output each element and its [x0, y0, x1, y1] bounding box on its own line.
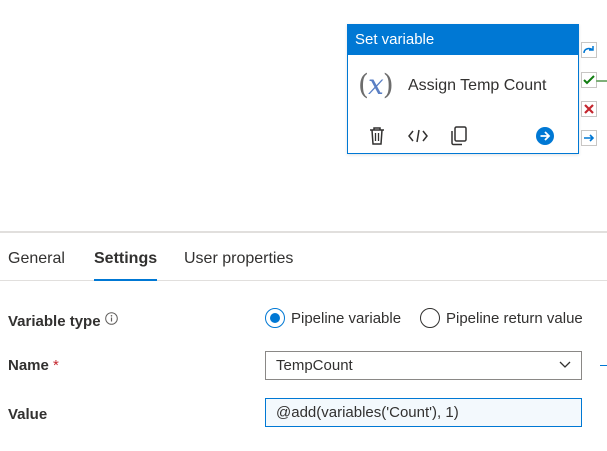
code-icon[interactable] — [407, 125, 429, 147]
go-arrow-icon[interactable] — [534, 125, 556, 147]
dynamic-content-link-edge[interactable] — [600, 365, 607, 366]
variable-fx-icon: (x) — [358, 68, 394, 101]
name-dropdown[interactable]: TempCount — [265, 351, 582, 380]
failure-x-icon[interactable] — [581, 101, 597, 117]
delete-icon[interactable] — [366, 125, 388, 147]
tab-settings[interactable]: Settings — [94, 250, 158, 281]
required-asterisk: * — [53, 357, 59, 374]
name-selected-value: TempCount — [276, 357, 353, 374]
panel-splitter[interactable] — [0, 231, 607, 233]
success-connector-line — [596, 80, 607, 82]
activity-type-header: Set variable — [348, 25, 578, 55]
variable-type-label: Variable type — [8, 312, 118, 330]
tab-user-properties[interactable]: User properties — [184, 250, 293, 281]
set-variable-activity-card[interactable]: Set variable (x) Assign Temp Count — [347, 24, 579, 154]
pipeline-canvas[interactable]: Set variable (x) Assign Temp Count — [0, 0, 607, 232]
name-label: Name * — [8, 357, 59, 374]
value-expression-input[interactable]: @add(variables('Count'), 1) — [265, 398, 582, 427]
radio-label: Pipeline return value — [446, 309, 583, 327]
radio-pipeline-variable[interactable]: Pipeline variable — [265, 308, 401, 328]
completion-arrow-icon[interactable] — [581, 130, 597, 146]
success-check-icon[interactable] — [581, 72, 597, 88]
skip-icon[interactable] — [581, 42, 597, 58]
properties-tab-bar: General Settings User properties — [0, 240, 607, 281]
copy-icon[interactable] — [448, 125, 470, 147]
radio-unselected-indicator[interactable] — [420, 308, 440, 328]
activity-name: Assign Temp Count — [408, 77, 547, 94]
radio-pipeline-return-value[interactable]: Pipeline return value — [420, 308, 583, 328]
tab-general[interactable]: General — [8, 250, 65, 281]
radio-selected-indicator[interactable] — [265, 308, 285, 328]
info-icon[interactable] — [104, 312, 118, 325]
radio-label: Pipeline variable — [291, 309, 402, 327]
chevron-down-icon — [559, 361, 571, 368]
value-label: Value — [8, 406, 48, 423]
